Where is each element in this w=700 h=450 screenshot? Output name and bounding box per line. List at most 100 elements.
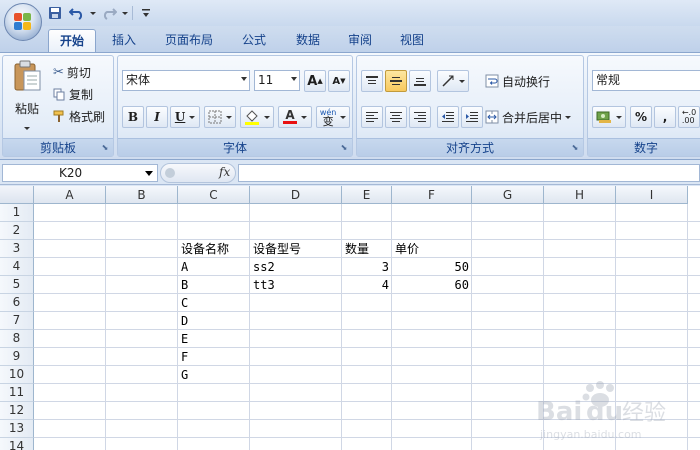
row-header-7[interactable]: 7 (0, 312, 34, 330)
column-header-i[interactable]: I (616, 186, 688, 204)
tab-home[interactable]: 开始 (48, 29, 96, 52)
accounting-format-button[interactable] (592, 106, 626, 128)
row-header-3[interactable]: 3 (0, 240, 34, 258)
column-header-g[interactable]: G (472, 186, 544, 204)
row-header-14[interactable]: 14 (0, 438, 34, 450)
grow-font-icon: A (307, 73, 318, 89)
cell-c5[interactable]: B (178, 276, 250, 294)
column-header-d[interactable]: D (250, 186, 342, 204)
cut-button[interactable]: ✂ 剪切 (53, 62, 91, 82)
save-icon[interactable] (46, 4, 64, 22)
align-middle-button[interactable] (385, 70, 407, 92)
phonetic-button[interactable]: wén 变 (316, 106, 350, 128)
row-header-8[interactable]: 8 (0, 330, 34, 348)
tab-formulas[interactable]: 公式 (232, 29, 276, 52)
borders-button[interactable] (204, 106, 236, 128)
format-painter-button[interactable]: 格式刷 (53, 106, 105, 126)
tab-insert[interactable]: 插入 (100, 29, 148, 52)
underline-button[interactable]: U (170, 106, 200, 128)
row-header-4[interactable]: 4 (0, 258, 34, 276)
cell-f3[interactable]: 单价 (392, 240, 472, 258)
select-all-corner[interactable] (0, 186, 34, 204)
bold-button[interactable]: B (122, 106, 144, 128)
font-size-combo[interactable]: 11 (254, 70, 300, 91)
fill-color-button[interactable] (240, 106, 274, 128)
cell-c7[interactable]: D (178, 312, 250, 330)
decrease-indent-button[interactable] (437, 106, 459, 128)
row-header-6[interactable]: 6 (0, 294, 34, 312)
tab-review[interactable]: 审阅 (338, 29, 382, 52)
paste-button[interactable]: 粘贴 (7, 60, 47, 130)
wrap-text-button[interactable]: 自动换行 (485, 71, 550, 91)
tab-view[interactable]: 视图 (390, 29, 434, 52)
row-header-12[interactable]: 12 (0, 402, 34, 420)
cell-e3[interactable]: 数量 (342, 240, 392, 258)
copy-button[interactable]: 复制 (53, 84, 93, 104)
cell-f4[interactable]: 50 (392, 258, 472, 276)
row-header-2[interactable]: 2 (0, 222, 34, 240)
orientation-button[interactable] (437, 70, 469, 92)
row-header-1[interactable]: 1 (0, 204, 34, 222)
formula-tools: fx (160, 163, 236, 183)
column-header-e[interactable]: E (342, 186, 392, 204)
comma-style-button[interactable]: , (654, 106, 676, 128)
column-header-c[interactable]: C (178, 186, 250, 204)
align-center-button[interactable] (385, 106, 407, 128)
clipboard-launcher-icon[interactable]: ⬊ (100, 143, 110, 153)
column-header-a[interactable]: A (34, 186, 106, 204)
worksheet-grid[interactable]: A B C D E F G H I 1 2 3 4 5 6 7 8 9 10 11 12 13 14 设备名称 设备型号 数量 单价… (0, 186, 700, 450)
row-header-11[interactable]: 11 (0, 384, 34, 402)
font-launcher-icon[interactable]: ⬊ (339, 143, 349, 153)
insert-function-icon[interactable]: fx (219, 165, 230, 179)
column-header-f[interactable]: F (392, 186, 472, 204)
undo-icon[interactable] (68, 4, 86, 22)
cell-c4[interactable]: A (178, 258, 250, 276)
tab-data[interactable]: 数据 (286, 29, 330, 52)
formula-input[interactable] (238, 164, 700, 182)
redo-dropdown-icon[interactable] (122, 11, 128, 15)
redo-icon[interactable] (100, 4, 118, 22)
grow-font-button[interactable]: A ▲ (304, 70, 326, 92)
font-name-combo[interactable]: 宋体 (122, 70, 250, 91)
cell-d4[interactable]: ss2 (250, 258, 342, 276)
grid-row-line (34, 437, 700, 438)
row-header-5[interactable]: 5 (0, 276, 34, 294)
cell-d5[interactable]: tt3 (250, 276, 342, 294)
row-header-10[interactable]: 10 (0, 366, 34, 384)
column-header-b[interactable]: B (106, 186, 178, 204)
alignment-launcher-icon[interactable]: ⬊ (570, 143, 580, 153)
cell-c6[interactable]: C (178, 294, 250, 312)
fill-bucket-icon (245, 110, 260, 125)
column-header-h[interactable]: H (544, 186, 616, 204)
row-header-9[interactable]: 9 (0, 348, 34, 366)
cell-c9[interactable]: F (178, 348, 250, 366)
increase-indent-button[interactable] (461, 106, 483, 128)
align-left-button[interactable] (361, 106, 383, 128)
cell-d3[interactable]: 设备型号 (250, 240, 342, 258)
number-format-combo[interactable]: 常规 (592, 70, 700, 91)
align-top-button[interactable] (361, 70, 383, 92)
office-button[interactable] (4, 3, 42, 41)
merge-dropdown-icon[interactable] (565, 115, 572, 119)
merge-center-button[interactable]: 合并后居中 (485, 107, 572, 127)
undo-dropdown-icon[interactable] (90, 11, 96, 15)
cell-e4[interactable]: 3 (342, 258, 392, 276)
row-header-13[interactable]: 13 (0, 420, 34, 438)
increase-decimal-button[interactable]: ←.0.00 (678, 106, 700, 128)
name-box[interactable]: K20 (2, 164, 158, 182)
cell-c10[interactable]: G (178, 366, 250, 384)
font-color-button[interactable]: A (278, 106, 312, 128)
cell-c3[interactable]: 设备名称 (178, 240, 250, 258)
grid-row-line (34, 383, 700, 384)
italic-button[interactable]: I (146, 106, 168, 128)
cell-e5[interactable]: 4 (342, 276, 392, 294)
customize-icon[interactable] (137, 4, 155, 22)
shrink-font-button[interactable]: A ▼ (328, 70, 350, 92)
cell-c8[interactable]: E (178, 330, 250, 348)
cell-f5[interactable]: 60 (392, 276, 472, 294)
tab-page-layout[interactable]: 页面布局 (154, 29, 224, 52)
align-bottom-button[interactable] (409, 70, 431, 92)
percent-style-button[interactable]: % (630, 106, 652, 128)
align-right-button[interactable] (409, 106, 431, 128)
paste-dropdown-icon[interactable] (7, 119, 47, 133)
